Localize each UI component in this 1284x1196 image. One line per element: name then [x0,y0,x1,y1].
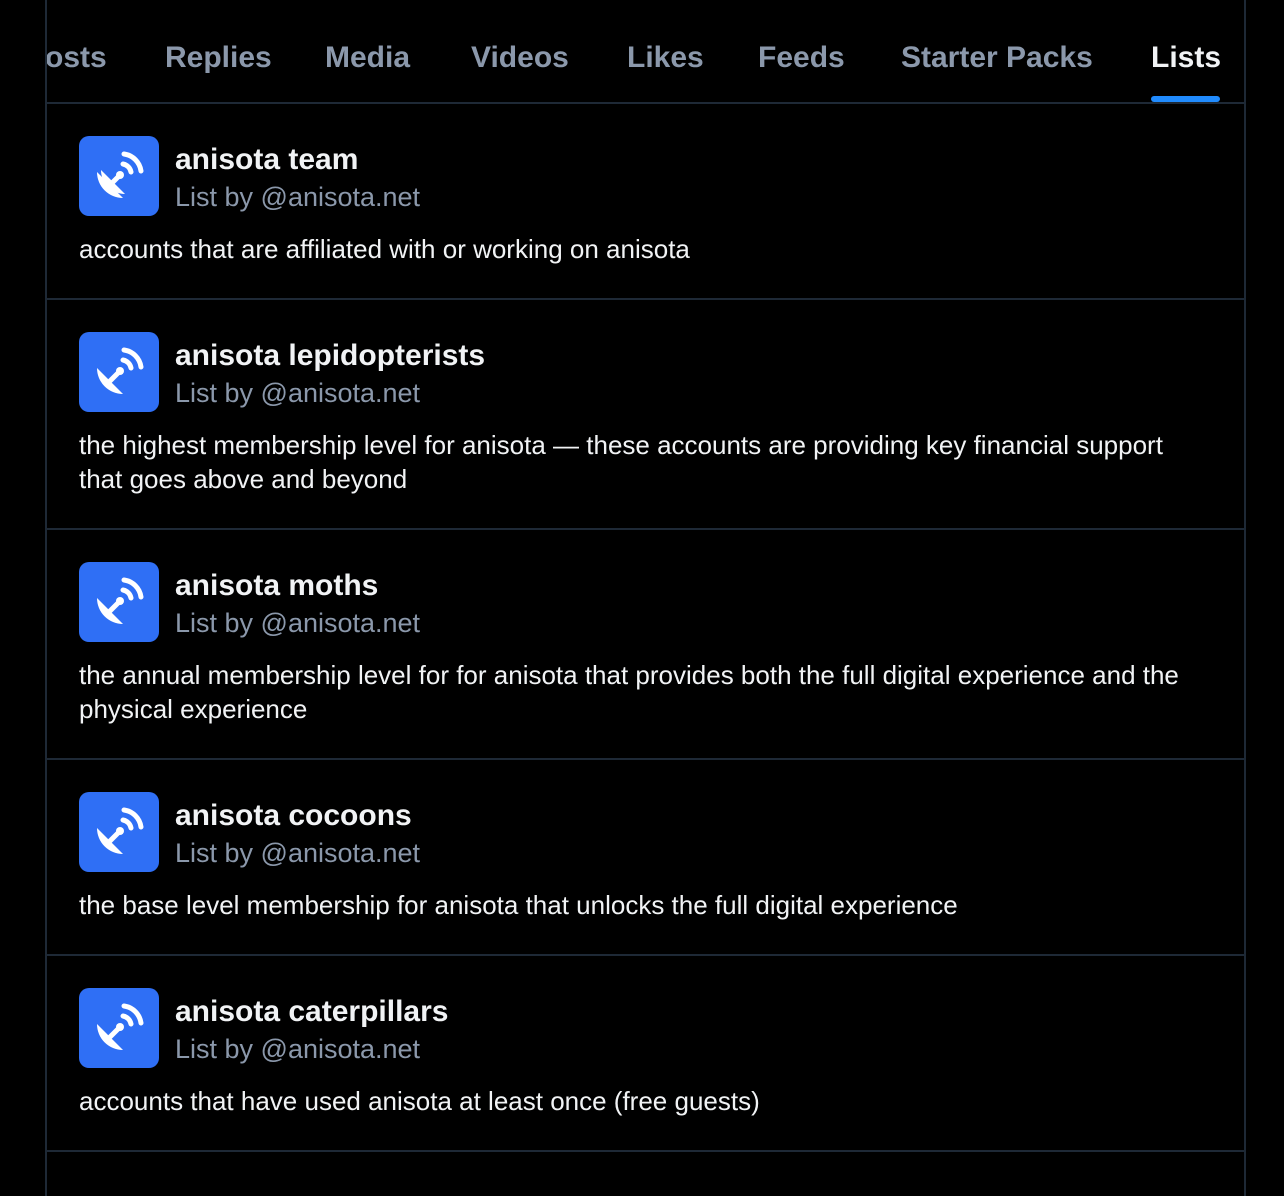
tab-starter-packs[interactable]: Starter Packs [901,0,1097,102]
satellite-dish-icon [79,988,159,1068]
tab-label: Starter Packs [901,41,1093,74]
list-description: the base level membership for anisota th… [79,890,958,920]
satellite-dish-icon [79,136,159,216]
list-item[interactable]: anisota caterpillars List by @anisota.ne… [47,956,1244,1152]
list-item[interactable]: anisota cocoons List by @anisota.net the… [47,760,1244,956]
satellite-dish-icon [79,792,159,872]
profile-column: osts Replies Media Videos Likes Feeds St… [45,0,1246,1196]
tab-videos[interactable]: Videos [471,0,572,102]
tab-label: Lists [1151,41,1222,74]
list-byline: List by @anisota.net [175,182,421,212]
list-description: accounts that are affiliated with or wor… [79,234,690,264]
tab-media[interactable]: Media [325,0,415,102]
tab-replies[interactable]: Replies [165,0,272,102]
list-description: the annual membership level for for anis… [79,660,1179,724]
list-title: anisota cocoons [175,799,412,832]
profile-tab-bar: osts Replies Media Videos Likes Feeds St… [47,0,1244,104]
active-tab-indicator [1151,96,1220,102]
list-title: anisota team [175,143,359,176]
list-byline: List by @anisota.net [175,1034,421,1064]
tab-lists[interactable]: Lists [1151,0,1222,102]
list-byline: List by @anisota.net [175,838,421,868]
list-item[interactable]: anisota team List by @anisota.net accoun… [47,104,1244,300]
list-title: anisota moths [175,569,379,602]
list-title: anisota lepidopterists [175,339,486,372]
satellite-dish-icon [79,562,159,642]
list-description: the highest membership level for anisota… [79,430,1163,494]
tab-posts[interactable]: osts [45,0,107,102]
tab-likes[interactable]: Likes [627,0,704,102]
tab-label: Media [325,41,411,74]
satellite-dish-icon [79,332,159,412]
list-description: accounts that have used anisota at least… [79,1086,760,1116]
tab-feeds[interactable]: Feeds [758,0,847,102]
list-byline: List by @anisota.net [175,378,421,408]
list-item[interactable]: anisota moths List by @anisota.net the a… [47,530,1244,760]
tab-label: Replies [165,41,272,74]
tab-label: Feeds [758,41,845,74]
list-title: anisota caterpillars [175,995,449,1028]
tab-label: Likes [627,41,704,74]
list-byline: List by @anisota.net [175,608,421,638]
tab-label: Videos [471,41,569,74]
tab-label: osts [45,41,107,74]
list-item[interactable]: anisota lepidopterists List by @anisota.… [47,300,1244,530]
